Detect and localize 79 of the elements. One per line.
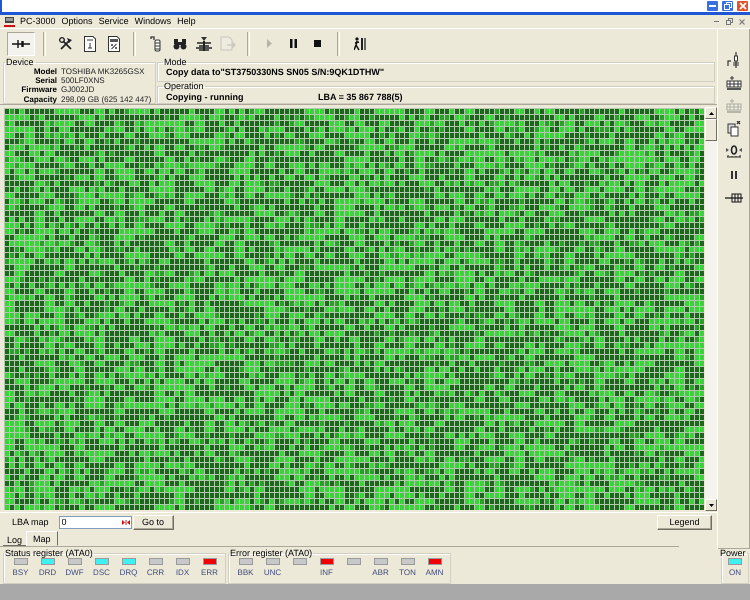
up-arrow-icon [708,112,714,114]
copy-pages-icon [727,121,741,137]
tools-icon [58,36,72,50]
restore-icon [726,18,732,25]
stack-arrow-icon [196,36,212,52]
lba-position: LBA = 35 867 788(5) [318,92,402,102]
tab[interactable]: Map [26,531,58,546]
flag-label: INF [320,568,333,577]
scroll-down-button[interactable] [705,499,717,511]
field-label: Serial [34,76,57,86]
connector-icon [725,193,743,203]
child-close-button[interactable] [737,16,747,26]
child-restore-button[interactable] [724,16,734,26]
scale-icon [726,144,742,160]
grid-board-icon [726,76,742,90]
menu-item[interactable]: PC-3000 [18,15,60,28]
close-button[interactable] [736,0,749,12]
app-icon[interactable] [4,16,15,27]
close-icon [739,18,745,24]
mode-text: Copy data to"ST3750330NS SN05 S/N:9QK1DTHW" [166,67,384,77]
document-icon [84,36,96,52]
pause-icon [290,39,297,48]
connector-icon [12,38,30,48]
menu-item[interactable]: Service [96,15,133,28]
tab[interactable]: Log [3,534,26,546]
flag-label: ABR [372,568,389,577]
toolbar-button[interactable] [7,32,35,56]
flag-label: DRD [38,568,56,577]
field-label: Model [32,67,57,76]
flag-label: IDX [176,568,190,577]
flag-label: CRR [146,568,164,577]
flag-label: BBK [237,568,254,577]
scroll-up-button[interactable] [705,107,717,119]
field-value: 500LF0XNS [61,76,106,86]
go-to-button[interactable]: Go to [132,514,174,530]
field-label: Firmware [20,85,57,95]
walker-bars-icon [354,36,366,50]
flag-label: BSY [12,568,28,577]
flag-label: AMN [426,568,444,577]
group-title: Error register (ATA0) [229,549,314,558]
probe-icon [150,36,162,52]
lba-map-label: LBA map [12,517,49,527]
group-title: Status register (ATA0) [4,549,94,558]
scroll-thumb[interactable] [705,119,717,141]
circuit-icon [727,52,741,68]
restore-button[interactable] [721,0,734,12]
group-title: Mode [163,58,188,67]
flag-label: UNC [264,568,282,577]
group-title: Device [5,58,34,67]
flag-label: DRQ [120,568,138,577]
vertical-scrollbar[interactable] [705,107,717,511]
pause-icon [731,171,737,179]
percent-page-icon [108,36,120,52]
stop-icon [314,40,321,47]
close-icon [738,2,746,10]
menu-item[interactable]: Help [175,15,200,28]
operation-status: Copying - running [166,92,244,102]
menu-item[interactable]: Options [60,15,97,28]
group-title: Operation [163,82,205,91]
menu-item[interactable]: Windows [132,15,176,28]
field-label: Capacity [22,94,57,104]
legend-button[interactable]: Legend [657,514,712,530]
flag-label: TON [399,568,416,577]
down-arrow-icon [708,504,714,506]
minimize-icon [714,21,718,22]
flag-label: DSC [93,568,110,577]
grid-board-icon [726,98,742,114]
flag-label: ERR [201,568,218,577]
flag-label: DWF [65,568,84,577]
field-value: GJ002JD [61,85,96,95]
play-icon [267,39,272,48]
group-title: Power [719,549,747,558]
minimize-button[interactable] [706,0,719,12]
minimize-icon [709,5,716,7]
flag-label: ON [729,568,741,577]
field-value: TOSHIBA MK3265GSX [61,67,146,76]
binoculars-icon [172,38,186,50]
page-arrow-icon [220,36,236,51]
field-value: 298,09 GB (625 142 447) [61,94,152,104]
